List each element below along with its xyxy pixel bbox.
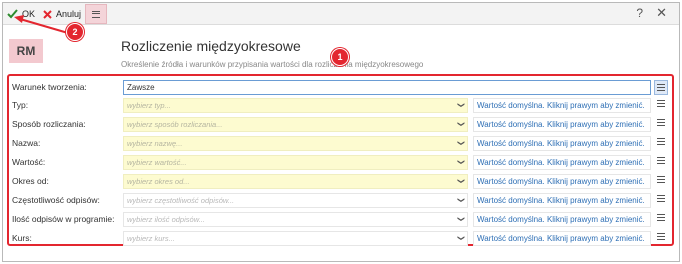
form-row-condition: Warunek tworzenia: Zawsze [9, 79, 672, 95]
field-label: Nazwa: [12, 138, 41, 148]
page-subtitle: Określenie źródła i warunków przypisania… [121, 60, 424, 69]
form-row: Częstotliwość odpisów: wybierz częstotli… [9, 192, 672, 208]
field-label: Warunek tworzenia: [12, 82, 87, 92]
select-placeholder: wybierz ilość odpisów... [127, 215, 205, 224]
field-label: Sposób rozliczania: [12, 119, 86, 129]
form-row: Ilość odpisów w programie: wybierz ilość… [9, 211, 672, 227]
form-row: Sposób rozliczania: wybierz sposób rozli… [9, 116, 672, 132]
hamburger-menu-icon [657, 84, 665, 91]
default-value-text: Wartość domyślna. Kliknij prawym aby zmi… [477, 234, 645, 243]
chevron-down-icon: ❯ [457, 178, 465, 184]
chevron-down-icon: ❯ [457, 121, 465, 127]
default-value-text: Wartość domyślna. Kliknij prawym aby zmi… [477, 120, 645, 129]
default-value-field[interactable]: Wartość domyślna. Kliknij prawym aby zmi… [473, 231, 651, 246]
cancel-button[interactable]: Anuluj [43, 6, 81, 22]
page-title: Rozliczenie międzyokresowe [121, 38, 301, 54]
default-value-field[interactable]: Wartość domyślna. Kliknij prawym aby zmi… [473, 136, 651, 151]
close-button[interactable]: ✕ [656, 5, 667, 21]
module-badge: RM [9, 39, 43, 63]
default-value-text: Wartość domyślna. Kliknij prawym aby zmi… [477, 196, 645, 205]
field-label: Typ: [12, 100, 29, 110]
field-label: Okres od: [12, 176, 49, 186]
hamburger-menu-icon [92, 10, 100, 18]
default-value-field[interactable]: Wartość domyślna. Kliknij prawym aby zmi… [473, 212, 651, 227]
select-placeholder: wybierz częstotliwość odpisów... [127, 196, 235, 205]
help-button[interactable]: ? [636, 6, 643, 20]
settlement-method-select[interactable]: wybierz sposób rozliczania... ❯ [123, 117, 468, 132]
cancel-label: Anuluj [56, 9, 82, 19]
ok-button[interactable]: OK [7, 6, 35, 22]
callout-badge-2: 2 [66, 23, 84, 41]
type-select[interactable]: wybierz typ... ❯ [123, 98, 468, 113]
select-placeholder: wybierz sposób rozliczania... [127, 120, 223, 129]
default-value-text: Wartość domyślna. Kliknij prawym aby zmi… [477, 158, 645, 167]
chevron-down-icon: ❯ [457, 140, 465, 146]
chevron-down-icon: ❯ [457, 216, 465, 222]
hamburger-menu-icon[interactable] [657, 176, 665, 183]
form-row: Wartość: wybierz wartość... ❯ Wartość do… [9, 154, 672, 170]
toolbar: OK Anuluj ? ✕ [3, 3, 679, 25]
select-placeholder: wybierz kurs... [127, 234, 175, 243]
exchange-rate-select[interactable]: wybierz kurs... ❯ [123, 231, 468, 246]
condition-value: Zawsze [127, 83, 155, 92]
hamburger-menu-icon[interactable] [657, 119, 665, 126]
select-placeholder: wybierz wartość... [127, 158, 187, 167]
checkmark-icon [7, 9, 18, 19]
default-value-text: Wartość domyślna. Kliknij prawym aby zmi… [477, 215, 645, 224]
field-label: Kurs: [12, 233, 32, 243]
field-label: Częstotliwość odpisów: [12, 195, 100, 205]
write-off-frequency-select[interactable]: wybierz częstotliwość odpisów... ❯ [123, 193, 468, 208]
form-row: Nazwa: wybierz nazwę... ❯ Wartość domyśl… [9, 135, 672, 151]
write-off-count-select[interactable]: wybierz ilość odpisów... ❯ [123, 212, 468, 227]
name-select[interactable]: wybierz nazwę... ❯ [123, 136, 468, 151]
default-value-text: Wartość domyślna. Kliknij prawym aby zmi… [477, 101, 645, 110]
default-value-text: Wartość domyślna. Kliknij prawym aby zmi… [477, 177, 645, 186]
default-value-field[interactable]: Wartość domyślna. Kliknij prawym aby zmi… [473, 193, 651, 208]
chevron-down-icon: ❯ [457, 159, 465, 165]
select-placeholder: wybierz okres od... [127, 177, 190, 186]
hamburger-menu-icon[interactable] [657, 100, 665, 107]
ok-label: OK [22, 9, 36, 19]
callout-badge-1: 1 [331, 48, 349, 66]
hamburger-menu-icon[interactable] [657, 214, 665, 221]
condition-input[interactable]: Zawsze [123, 80, 651, 95]
chevron-down-icon: ❯ [457, 102, 465, 108]
toolbar-menu-button[interactable] [85, 4, 107, 24]
chevron-down-icon: ❯ [457, 197, 465, 203]
form-row: Kurs: wybierz kurs... ❯ Wartość domyślna… [9, 230, 672, 246]
hamburger-menu-icon[interactable] [657, 157, 665, 164]
hamburger-menu-icon[interactable] [657, 233, 665, 240]
chevron-down-icon: ❯ [457, 235, 465, 241]
hamburger-menu-icon[interactable] [657, 138, 665, 145]
default-value-field[interactable]: Wartość domyślna. Kliknij prawym aby zmi… [473, 117, 651, 132]
field-label: Ilość odpisów w programie: [12, 214, 115, 224]
hamburger-menu-icon[interactable] [657, 195, 665, 202]
default-value-field[interactable]: Wartość domyślna. Kliknij prawym aby zmi… [473, 174, 651, 189]
default-value-text: Wartość domyślna. Kliknij prawym aby zmi… [477, 139, 645, 148]
default-value-field[interactable]: Wartość domyślna. Kliknij prawym aby zmi… [473, 98, 651, 113]
select-placeholder: wybierz nazwę... [127, 139, 183, 148]
form-row: Okres od: wybierz okres od... ❯ Wartość … [9, 173, 672, 189]
form-area: Warunek tworzenia: Zawsze Typ: wybierz t… [7, 74, 674, 246]
cross-icon [43, 9, 52, 19]
select-placeholder: wybierz typ... [127, 101, 171, 110]
condition-menu-button[interactable] [654, 80, 668, 95]
default-value-field[interactable]: Wartość domyślna. Kliknij prawym aby zmi… [473, 155, 651, 170]
field-label: Wartość: [12, 157, 46, 167]
value-select[interactable]: wybierz wartość... ❯ [123, 155, 468, 170]
form-row: Typ: wybierz typ... ❯ Wartość domyślna. … [9, 97, 672, 113]
period-from-select[interactable]: wybierz okres od... ❯ [123, 174, 468, 189]
